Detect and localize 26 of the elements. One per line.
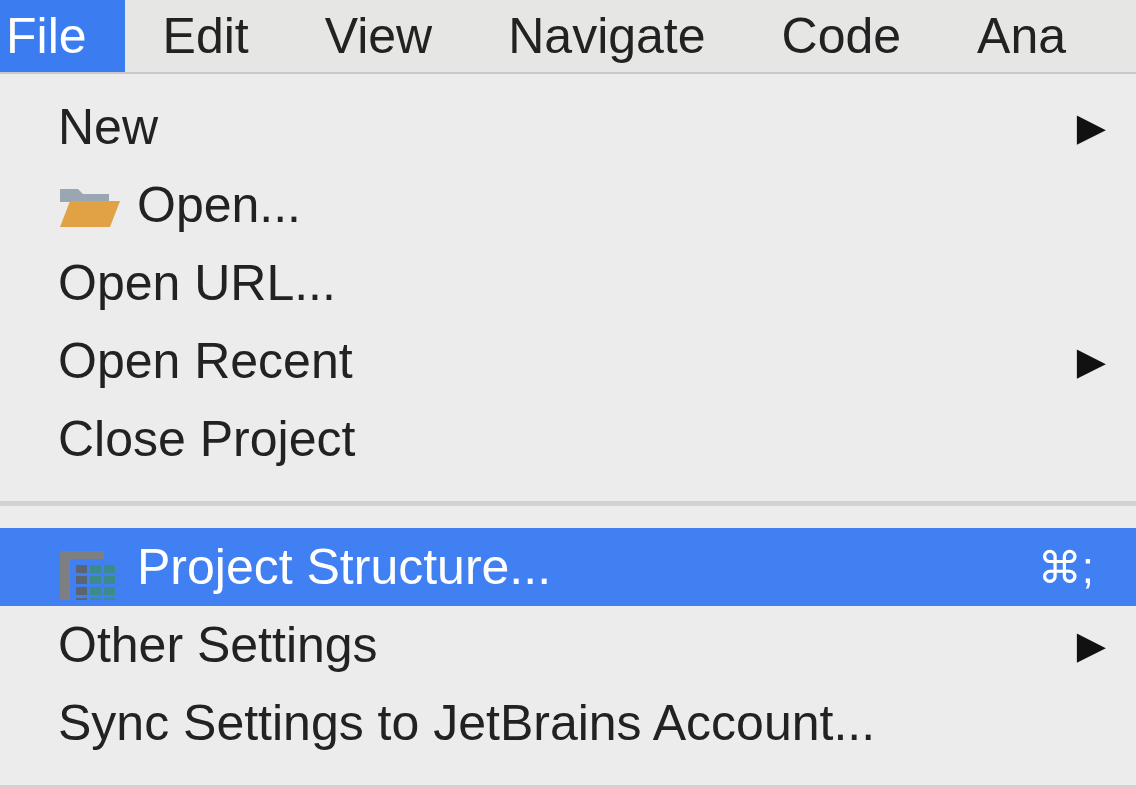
menu-item[interactable]: Sync Settings to JetBrains Account... — [0, 684, 1136, 762]
menu-bar-item[interactable]: File — [0, 0, 125, 72]
submenu-arrow: ▶ — [1076, 623, 1106, 667]
menu-item-label: Other Settings — [58, 616, 379, 674]
menu-item[interactable]: Other Settings ▶ — [0, 606, 1136, 684]
submenu-arrow: ▶ — [1076, 339, 1106, 383]
menu-item[interactable]: Open... — [0, 166, 1136, 244]
menu-item[interactable]: Close Project — [0, 400, 1136, 478]
menu-item-label: Open URL... — [58, 254, 337, 312]
menu-item-label: Project Structure... — [137, 538, 553, 596]
menu-bar-item[interactable]: Code — [743, 0, 940, 72]
submenu-arrow: ▶ — [1076, 105, 1106, 149]
menu-bar-item[interactable]: Navigate — [470, 0, 744, 72]
shortcut: ⌘; — [1037, 541, 1094, 593]
menu-item-label: Open... — [137, 176, 302, 234]
menu-bar-item[interactable]: Edit — [124, 0, 287, 72]
menu-item-label: Sync Settings to JetBrains Account... — [58, 694, 877, 752]
menu-item[interactable]: New ▶ — [0, 88, 1136, 166]
menu-bar-item[interactable]: Ana — [939, 0, 1105, 72]
menu-item-label: New — [58, 98, 160, 156]
menu-item-label: Open Recent — [58, 332, 354, 390]
menu-item-label: Close Project — [58, 410, 357, 468]
menu-bar-item[interactable]: View — [286, 0, 471, 72]
menu-item[interactable]: Open URL... — [0, 244, 1136, 322]
menu-item[interactable]: Project Structure... ⌘; — [0, 528, 1136, 606]
menu-item[interactable]: Open Recent ▶ — [0, 322, 1136, 400]
